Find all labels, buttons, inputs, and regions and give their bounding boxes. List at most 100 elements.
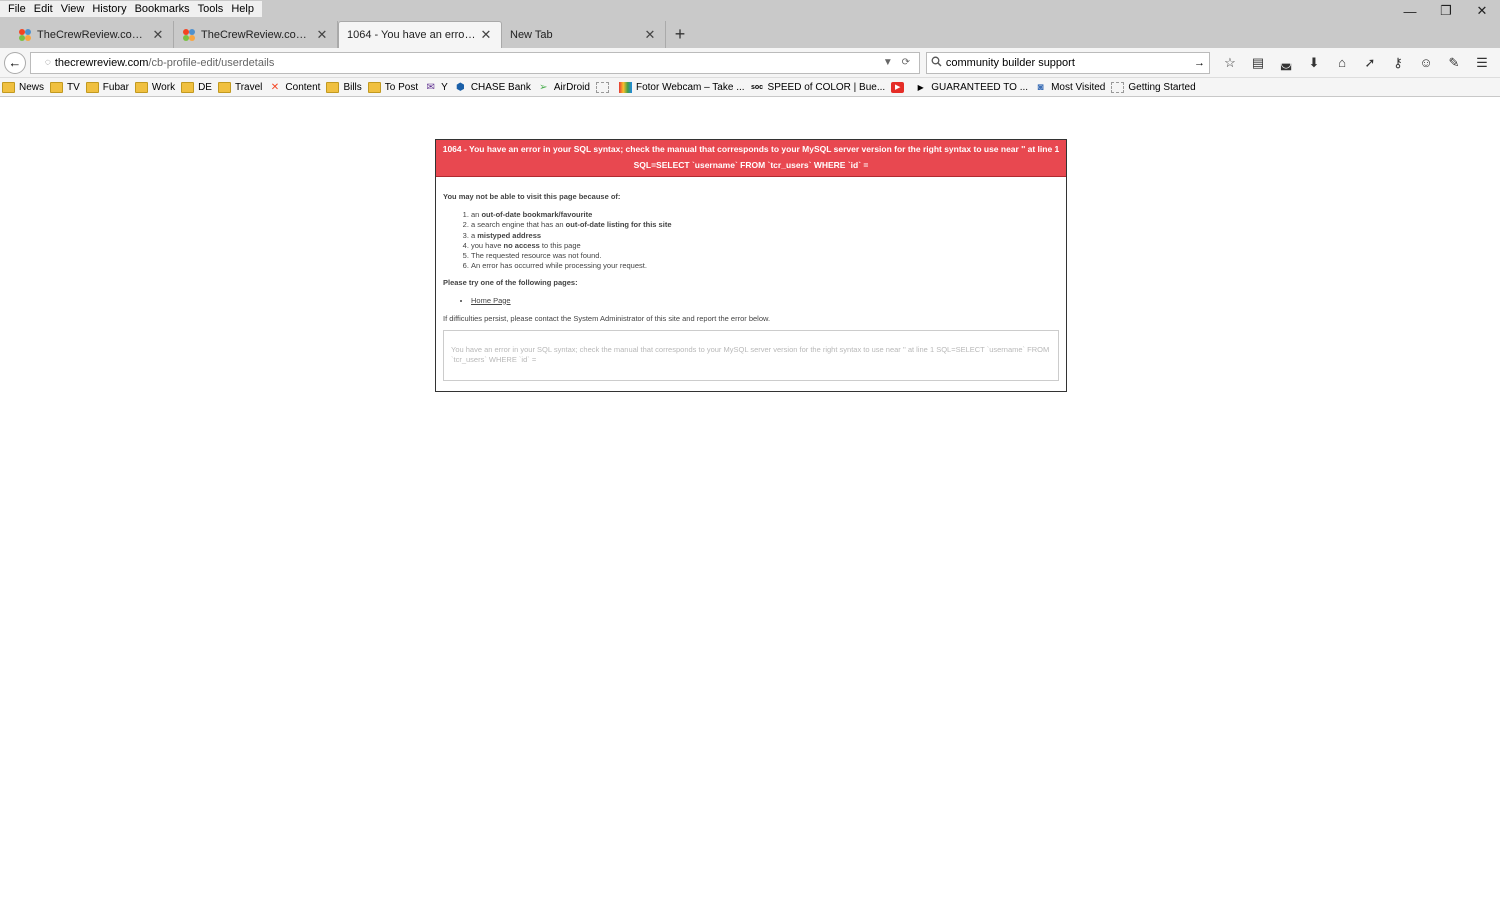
bookmark-content[interactable]: ✕ Content <box>268 81 321 93</box>
bookmark-tv[interactable]: TV <box>50 81 80 93</box>
tab-new-tab[interactable]: New Tab ✕ <box>502 21 666 48</box>
menu-view[interactable]: View <box>57 3 89 15</box>
star-icon[interactable]: ☆ <box>1216 52 1244 74</box>
folder-icon <box>2 81 15 93</box>
menu-edit[interactable]: Edit <box>30 3 57 15</box>
tab-title: New Tab <box>510 28 553 41</box>
reason-item: you have no access to this page <box>471 241 1059 251</box>
reading-list-icon[interactable]: ▤ <box>1244 52 1272 74</box>
blank-page-icon <box>595 81 609 93</box>
tab-title: 1064 - You have an error in yo... <box>347 29 479 41</box>
browser-chrome: File Edit View History Bookmarks Tools H… <box>0 0 1500 97</box>
url-path: /cb-profile-edit/userdetails <box>148 56 275 69</box>
menu-help[interactable]: Help <box>227 3 258 15</box>
home-icon[interactable]: ⌂ <box>1328 52 1356 74</box>
search-input[interactable]: community builder support <box>946 57 1194 69</box>
url-bar[interactable]: ◌ thecrewreview.com/cb-profile-edit/user… <box>29 51 920 74</box>
most-visited-icon: ◙ <box>1037 81 1044 93</box>
url-domain: thecrewreview.com <box>54 56 149 69</box>
tab-bar: TheCrewReview.com - Ad... ✕ TheCrewRevie… <box>0 18 1500 48</box>
list-item: Home Page <box>471 296 1059 305</box>
close-tab-icon[interactable]: ✕ <box>151 27 165 43</box>
bookmark-fubar[interactable]: Fubar <box>85 81 129 93</box>
pages-list: Home Page <box>471 296 1059 305</box>
dropdown-icon[interactable]: ▼ <box>881 57 895 68</box>
globe-icon: ◌ <box>44 57 51 68</box>
bookmark-work[interactable]: Work <box>134 81 175 93</box>
bookmark-yahoo-mail[interactable]: ✉ Y <box>424 81 447 93</box>
try-pages-heading: Please try one of the following pages: <box>443 277 578 287</box>
reason-item: a search engine that has an out-of-date … <box>471 220 1059 230</box>
tab-thecrewreview-1[interactable]: TheCrewReview.com - Ad... ✕ <box>10 21 174 48</box>
folder-icon <box>50 81 64 93</box>
bookmark-chase[interactable]: ⬢ CHASE Bank <box>454 82 531 93</box>
menu-file[interactable]: File <box>4 3 30 15</box>
folder-icon <box>326 81 340 93</box>
bookmark-youtube[interactable]: ▶ <box>891 81 908 93</box>
tab-title: TheCrewReview.com - Ad... <box>201 28 315 41</box>
cursor-icon[interactable]: ➚ <box>1356 52 1384 74</box>
joomla-icon <box>182 28 196 42</box>
soc-icon: soc <box>751 83 764 91</box>
back-button[interactable]: ← <box>4 51 26 74</box>
youtube-icon: ▶ <box>891 81 905 93</box>
toolbar-icons: ☆ ▤ ◛ ⬇ ⌂ ➚ ⚷ ☺ ✎ ☰ <box>1216 52 1496 74</box>
bookmark-getting-started[interactable]: Getting Started <box>1111 81 1196 93</box>
play-icon: ▶ <box>917 82 924 92</box>
bookmark-most-visited[interactable]: ◙ Most Visited <box>1034 81 1106 93</box>
reason-item: The requested resource was not found. <box>471 251 1059 261</box>
download-icon[interactable]: ⬇ <box>1300 52 1328 74</box>
nav-bar: ← ◌ thecrewreview.com/cb-profile-edit/us… <box>0 48 1500 78</box>
joomla-icon: ✕ <box>270 81 280 93</box>
reason-item: an out-of-date bookmark/favourite <box>471 210 1059 220</box>
chat-icon[interactable]: ☺ <box>1412 52 1440 74</box>
bookmark-airdroid[interactable]: ➢ AirDroid <box>537 82 590 93</box>
menu-history[interactable]: History <box>88 3 130 15</box>
error-box: 1064 - You have an error in your SQL syn… <box>435 139 1067 392</box>
close-tab-icon[interactable]: ✕ <box>479 27 493 43</box>
bookmarks-toolbar: News TV Fubar Work DE Travel ✕ Content Bi… <box>0 78 1500 97</box>
reason-item: An error has occurred while processing y… <box>471 261 1059 271</box>
bookmark-blank[interactable] <box>595 81 613 93</box>
folder-icon <box>217 81 231 93</box>
tab-sql-error-active[interactable]: 1064 - You have an error in yo... ✕ <box>338 21 502 48</box>
folder-icon <box>134 81 148 93</box>
bookmark-de[interactable]: DE <box>181 81 212 93</box>
reasons-list: an out-of-date bookmark/favourite a sear… <box>471 210 1059 272</box>
error-intro: You may not be able to visit this page b… <box>443 192 621 201</box>
mail-icon: ✉ <box>426 81 435 93</box>
hamburger-menu-icon[interactable]: ☰ <box>1468 52 1496 74</box>
persist-message: If difficulties persist, please contact … <box>443 313 771 323</box>
reason-item: a mistyped address <box>471 231 1059 241</box>
reload-icon[interactable]: ⟳ <box>899 57 913 68</box>
home-page-link[interactable]: Home Page <box>471 296 511 305</box>
menu-bar: File Edit View History Bookmarks Tools H… <box>0 0 1500 19</box>
menu-tools[interactable]: Tools <box>194 3 228 15</box>
new-tab-button[interactable]: + <box>666 21 694 48</box>
search-icon <box>931 56 942 70</box>
folder-icon <box>181 81 195 93</box>
tab-thecrewreview-2[interactable]: TheCrewReview.com - Ad... ✕ <box>174 21 338 48</box>
joomla-icon <box>18 28 32 42</box>
bookmark-guaranteed[interactable]: ▶ GUARANTEED TO ... <box>914 82 1028 93</box>
bookmark-speed-of-color[interactable]: soc SPEED of COLOR | Bue... <box>751 82 885 93</box>
bookmark-to-post[interactable]: To Post <box>367 81 418 93</box>
menu-items: File Edit View History Bookmarks Tools H… <box>0 1 262 17</box>
bookmark-fotor[interactable]: Fotor Webcam – Take ... <box>618 81 745 93</box>
key-icon[interactable]: ⚷ <box>1384 52 1412 74</box>
chase-icon: ⬢ <box>455 81 465 93</box>
search-go-icon[interactable]: → <box>1194 57 1205 69</box>
error-detail: You have an error in your SQL syntax; ch… <box>443 329 1059 381</box>
folder-icon <box>85 81 99 93</box>
close-tab-icon[interactable]: ✕ <box>315 27 329 43</box>
bookmark-bills[interactable]: Bills <box>326 81 362 93</box>
close-tab-icon[interactable]: ✕ <box>643 27 657 43</box>
bookmark-news[interactable]: News <box>2 81 44 93</box>
folder-icon <box>367 81 381 93</box>
blank-page-icon <box>1111 81 1125 93</box>
pocket-icon[interactable]: ◛ <box>1272 52 1300 74</box>
extension-icon[interactable]: ✎ <box>1440 52 1468 74</box>
search-bar[interactable]: community builder support → <box>925 51 1210 74</box>
bookmark-travel[interactable]: Travel <box>217 81 262 93</box>
menu-bookmarks[interactable]: Bookmarks <box>131 3 194 15</box>
